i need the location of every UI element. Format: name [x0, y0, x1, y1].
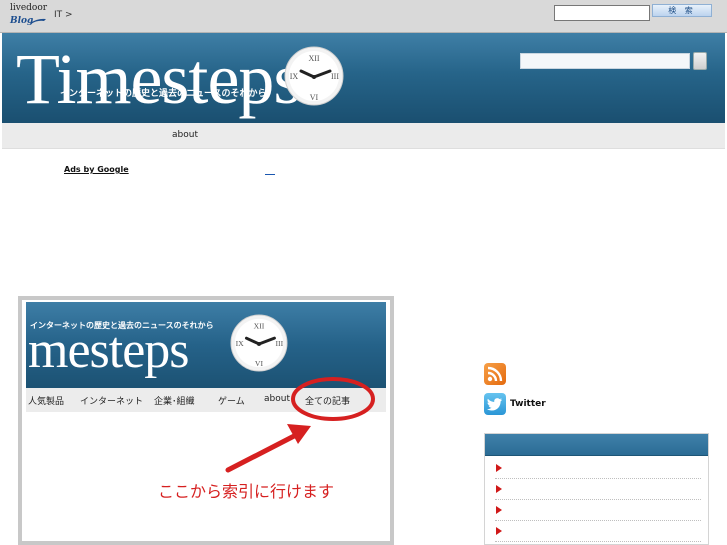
- twitter-link[interactable]: Twitter: [510, 399, 546, 409]
- highlight-circle: [291, 377, 375, 421]
- sidebar-box-header: [485, 434, 708, 456]
- twitter-bird-icon[interactable]: [484, 393, 506, 415]
- annotation-overlay: [225, 377, 375, 473]
- image-caption: ここから索引に行けます: [158, 482, 335, 501]
- livedoor-blog-logo[interactable]: livedoor Blog: [8, 3, 48, 30]
- triangle-right-icon: [496, 485, 502, 493]
- livedoor-search-input[interactable]: [554, 5, 650, 21]
- nav-item-about[interactable]: about: [172, 130, 198, 140]
- svg-text:XII: XII: [308, 54, 319, 63]
- sidebar-list-item[interactable]: [495, 500, 701, 521]
- ad-link[interactable]: [265, 163, 275, 175]
- svg-text:VI: VI: [310, 93, 319, 102]
- triangle-right-icon: [496, 506, 502, 514]
- triangle-right-icon: [496, 464, 502, 472]
- pointer-arrow: [225, 431, 301, 473]
- svg-text:IX: IX: [290, 72, 299, 81]
- blog-header: Timesteps インターネットの歴史と過去のニュースのそれから XII II…: [2, 33, 725, 123]
- sidebar-box: [484, 433, 709, 545]
- blog-tagline: インターネットの歴史と過去のニュースのそれから: [60, 89, 267, 99]
- arrow-head: [287, 424, 311, 444]
- sidebar-list-item[interactable]: [495, 521, 701, 542]
- ads-by-google-link[interactable]: Ads by Google: [64, 165, 129, 174]
- global-nav: about: [2, 123, 725, 149]
- blog-search-button[interactable]: [693, 52, 707, 70]
- blog-search-input[interactable]: [520, 53, 690, 69]
- article-screenshot-image: mesteps インターネットの歴史と過去のニュースのそれから XII III …: [18, 296, 394, 545]
- triangle-right-icon: [496, 527, 502, 535]
- page: livedoor Blog IT > 検 索 Timesteps インターネット…: [0, 0, 727, 545]
- sidebar-list-item[interactable]: [495, 479, 701, 500]
- livedoor-logo-text: livedoor: [10, 3, 48, 13]
- clock-icon: XII III VI IX: [284, 46, 344, 106]
- blog-title[interactable]: Timesteps: [16, 34, 301, 123]
- rss-icon[interactable]: [484, 363, 506, 385]
- livedoor-search-button[interactable]: 検 索: [652, 4, 712, 17]
- swoosh-icon: [30, 18, 46, 24]
- svg-text:III: III: [331, 72, 339, 81]
- breadcrumb[interactable]: IT >: [54, 10, 73, 20]
- livedoor-toolbar: livedoor Blog IT > 検 索: [0, 0, 727, 33]
- sidebar-list-item[interactable]: [495, 458, 701, 479]
